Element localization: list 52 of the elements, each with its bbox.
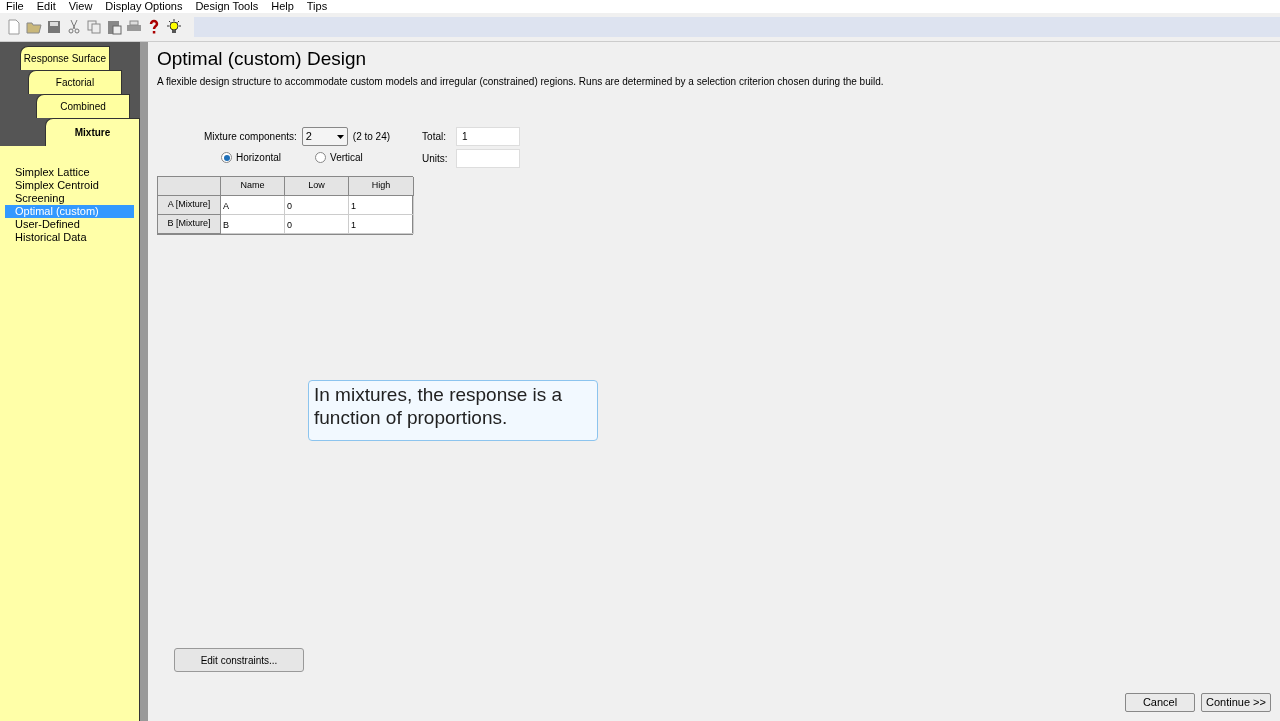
menu-item[interactable]: File: [6, 0, 24, 15]
components-dropdown[interactable]: 2: [301, 127, 348, 146]
scissors-icon[interactable]: [66, 19, 82, 35]
radio-button[interactable]: [221, 152, 232, 163]
lightbulb-icon[interactable]: [166, 19, 182, 35]
category-tab[interactable]: Mixture: [45, 118, 140, 146]
menu-item[interactable]: View: [68, 0, 93, 15]
caret-icon: [336, 134, 344, 139]
column-header: High: [349, 177, 414, 196]
dialog-button[interactable]: Continue >>: [1201, 693, 1271, 712]
edit-constraints-button[interactable]: Edit constraints...: [174, 648, 304, 672]
radio-label: Horizontal: [236, 151, 282, 165]
folder-icon[interactable]: [26, 19, 42, 35]
category-tab[interactable]: Response Surface: [20, 46, 110, 70]
category-tab[interactable]: Combined: [36, 94, 130, 118]
design-list-item[interactable]: User-Defined: [5, 218, 134, 231]
table-cell[interactable]: 1: [349, 215, 414, 234]
design-list-item[interactable]: Screening: [5, 192, 134, 205]
units-field[interactable]: [456, 149, 521, 168]
clipboard-icon[interactable]: [106, 19, 122, 35]
column-header: Name: [221, 177, 285, 196]
radio-button[interactable]: [315, 152, 327, 163]
category-tab[interactable]: Factorial: [28, 70, 122, 94]
table-cell[interactable]: 1: [349, 196, 414, 215]
save-icon[interactable]: [46, 19, 62, 35]
field-label: Mixture components:: [204, 130, 297, 144]
dialog-button[interactable]: Cancel: [1125, 693, 1195, 712]
design-list-item[interactable]: Simplex Centroid: [5, 179, 134, 192]
page-title: Optimal (custom) Design: [157, 48, 368, 70]
row-header: B [Mixture]: [158, 215, 221, 234]
table-cell[interactable]: B: [221, 215, 285, 234]
table-cell[interactable]: 0: [285, 215, 349, 234]
field-label: Total:: [422, 130, 447, 144]
tip-callout: In mixtures, the response is a function of proportions.: [308, 380, 598, 441]
menu-item[interactable]: Help: [271, 0, 294, 15]
radio-label: Vertical: [330, 151, 363, 165]
table-cell[interactable]: 0: [285, 196, 349, 215]
table-cell[interactable]: A: [221, 196, 285, 215]
menu-item[interactable]: Tips: [306, 0, 328, 15]
field-label: Units:: [422, 152, 449, 166]
row-header: A [Mixture]: [158, 196, 221, 215]
column-header: Low: [285, 177, 349, 196]
menu-item[interactable]: Display Options: [105, 0, 183, 15]
design-list-item[interactable]: Simplex Lattice: [5, 166, 134, 179]
menu-item[interactable]: Design Tools: [195, 0, 259, 15]
range-hint: (2 to 24): [352, 130, 391, 144]
description-text: A flexible design structure to accommodate custom models and irregular (constrained) regions. Runs are determined by a selection criterion chosen during the build.: [157, 75, 885, 89]
menu-item[interactable]: Edit: [36, 0, 56, 15]
new-file-icon[interactable]: [6, 19, 22, 35]
design-list-item[interactable]: Historical Data: [5, 231, 134, 244]
total-field[interactable]: 1: [456, 127, 521, 146]
copy-icon[interactable]: [86, 19, 102, 35]
